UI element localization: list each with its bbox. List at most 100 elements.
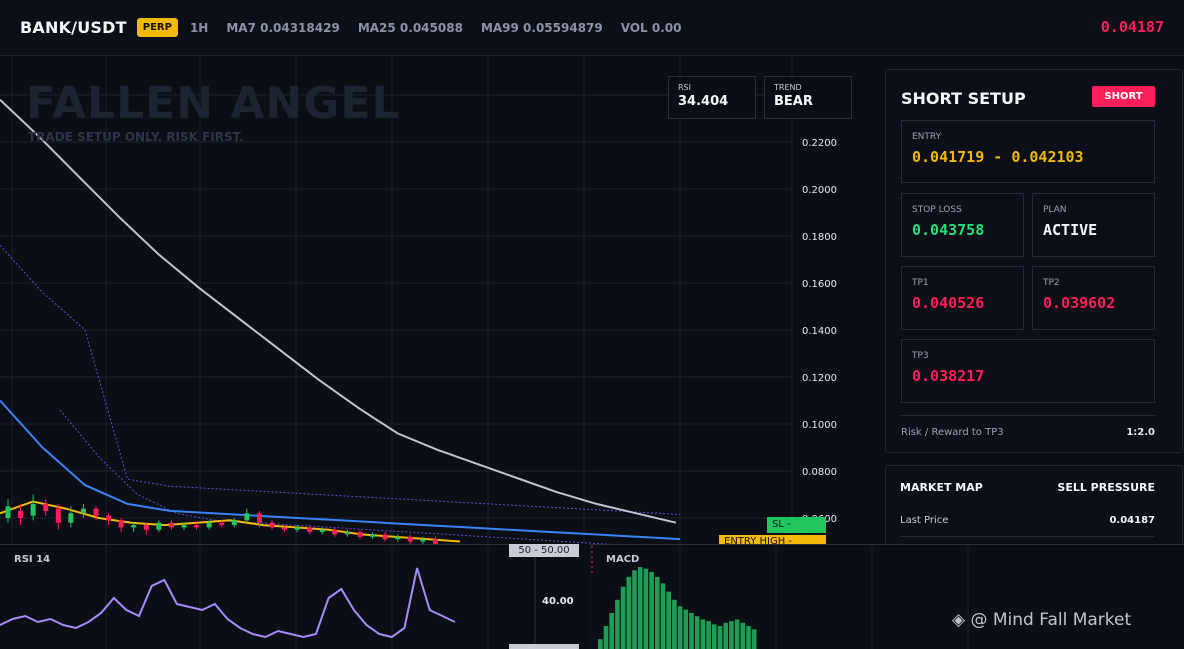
candle-body <box>407 536 413 542</box>
last-price: 0.04187 <box>1100 18 1164 36</box>
rsi-pane[interactable]: RSI 14 50 - 50.00 40.00 <box>0 544 580 649</box>
macd-bar <box>689 612 694 649</box>
macd-pane[interactable]: MACD <box>589 544 1184 649</box>
candle-body <box>382 534 388 540</box>
bollinger-upper <box>0 245 681 515</box>
rsi-line <box>0 567 456 639</box>
candle-body <box>143 525 149 530</box>
candle-body <box>395 536 401 540</box>
risk-reward-value: 1:2.0 <box>1126 427 1155 438</box>
candle-body <box>68 513 74 523</box>
macd-bar <box>620 586 626 649</box>
macd-bar <box>672 599 677 649</box>
candle-body <box>294 527 300 530</box>
y-tick-label: 0.1200 <box>802 373 837 384</box>
trading-app: BANK/USDT PERP 1H MA7 0.04318429 MA25 0.… <box>0 0 1184 649</box>
ma25-stat: MA25 0.045088 <box>357 20 463 35</box>
top-bar: BANK/USDT PERP 1H MA7 0.04318429 MA25 0.… <box>0 0 1184 56</box>
macd-bar <box>751 629 757 649</box>
y-tick-label: 0.1000 <box>802 420 837 431</box>
candle-body <box>118 520 124 528</box>
candle-body <box>30 503 36 516</box>
macd-bar <box>643 568 649 649</box>
tp3-label: TP3 <box>912 351 929 361</box>
candle-body <box>5 506 11 518</box>
trend-info-box: TREND BEAR <box>764 76 852 119</box>
candle-body <box>256 513 262 523</box>
trend-info-value: BEAR <box>774 94 813 109</box>
candle-body <box>194 525 200 528</box>
risk-reward-label: Risk / Reward to TP3 <box>901 427 1004 438</box>
macd-bar <box>626 576 632 649</box>
macd-bar <box>677 606 683 649</box>
candle-body <box>168 522 174 528</box>
divider <box>901 415 1155 416</box>
tp2-value: 0.039602 <box>1043 294 1116 312</box>
candle-body <box>231 520 237 526</box>
rsi-40-tick: 40.00 <box>542 596 574 607</box>
macd-bar <box>615 599 620 649</box>
macd-bar <box>683 609 689 649</box>
rsi-chart-svg[interactable] <box>0 544 580 649</box>
macd-bar <box>700 619 706 649</box>
macd-bar <box>598 639 603 649</box>
candle-body <box>269 522 275 528</box>
tp1-label: TP1 <box>912 278 929 288</box>
entry-label: ENTRY <box>912 132 942 142</box>
y-tick-label: 0.2200 <box>802 138 837 149</box>
macd-bar <box>632 570 637 649</box>
plan-label: PLAN <box>1043 205 1067 215</box>
timeframe-selector[interactable]: 1H <box>190 21 208 35</box>
plan-card: PLAN ACTIVE <box>1032 193 1155 257</box>
tp2-card: TP2 0.039602 <box>1032 266 1155 330</box>
rsi-pane-title: RSI 14 <box>14 554 51 565</box>
macd-bar <box>666 591 671 649</box>
candle-body <box>420 539 426 542</box>
rsi-info-box: RSI 34.404 <box>668 76 756 119</box>
pair-name[interactable]: BANK/USDT <box>20 18 127 37</box>
divider <box>900 536 1154 537</box>
y-tick-label: 0.0800 <box>802 467 837 478</box>
y-tick-label: 0.1600 <box>802 279 837 290</box>
candle-body <box>55 508 61 523</box>
macd-bar <box>712 624 717 649</box>
macd-bar <box>734 619 740 649</box>
y-tick-label: 0.2000 <box>802 185 837 196</box>
macd-chart-svg[interactable] <box>589 544 1184 649</box>
stop-loss-card: STOP LOSS 0.043758 <box>901 193 1024 257</box>
macd-bar <box>706 621 711 649</box>
trend-info-label: TREND <box>774 83 802 92</box>
market-map-title: MARKET MAP <box>900 481 983 494</box>
rsi-info-value: 34.404 <box>678 94 729 109</box>
tp1-card: TP1 0.040526 <box>901 266 1024 330</box>
plan-value: ACTIVE <box>1043 221 1098 239</box>
rsi-low-tag <box>509 644 579 649</box>
candle-body <box>282 527 288 530</box>
stop-loss-value: 0.043758 <box>912 221 985 239</box>
macd-bar <box>740 622 746 649</box>
sell-pressure-label: SELL PRESSURE <box>1057 481 1155 494</box>
macd-bar <box>603 626 609 649</box>
last-price-value: 0.04187 <box>1109 515 1155 526</box>
candle-body <box>80 508 86 514</box>
ma99-stat: MA99 0.05594879 <box>480 20 603 35</box>
y-tick-label: 0.1800 <box>802 232 837 243</box>
candle-body <box>131 525 137 528</box>
candle-body <box>307 527 313 533</box>
macd-bar <box>649 571 654 649</box>
candle-body <box>244 513 250 521</box>
candle-body <box>344 532 350 535</box>
candle-body <box>18 510 24 518</box>
candle-body <box>93 508 99 516</box>
macd-pane-title: MACD <box>606 554 640 565</box>
tp1-value: 0.040526 <box>912 294 985 312</box>
watermark-title: FALLEN ANGEL <box>26 78 401 129</box>
short-setup-panel: SHORT SETUP SHORT ENTRY 0.041719 - 0.042… <box>885 69 1183 453</box>
tp3-value: 0.038217 <box>912 367 985 385</box>
candle-body <box>357 532 363 537</box>
stop-loss-label: STOP LOSS <box>912 205 962 215</box>
volume-stat: VOL 0.00 <box>620 20 682 35</box>
macd-bar <box>729 621 734 649</box>
y-tick-label: 0.1400 <box>802 326 837 337</box>
candle-body <box>156 522 162 530</box>
